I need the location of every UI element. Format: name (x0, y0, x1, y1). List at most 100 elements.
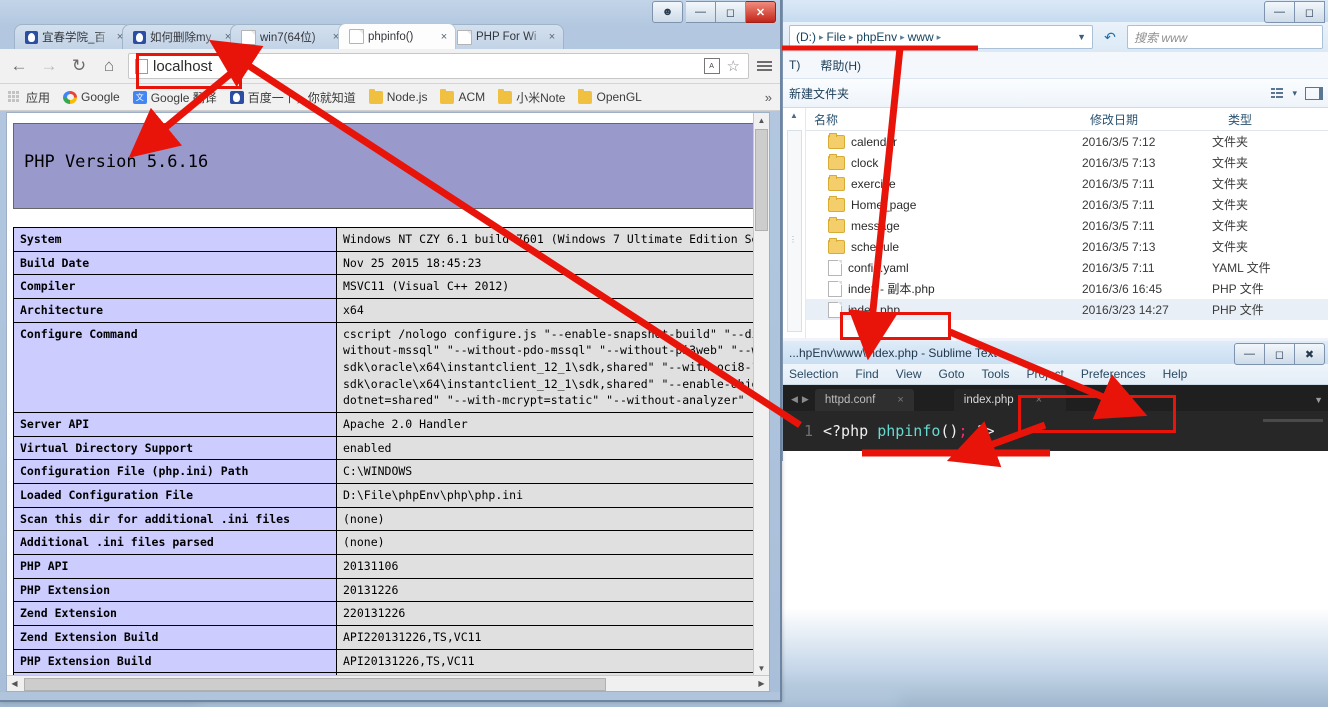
breadcrumb-drive[interactable]: (D:) (796, 30, 816, 44)
phpinfo-value: cscript /nologo configure.js "--enable-s… (336, 321, 763, 414)
menu-item-view[interactable]: View (896, 367, 922, 381)
scroll-right-arrow[interactable]: ▶ (754, 679, 769, 688)
bookmark-label: 小米Note (516, 90, 566, 105)
browser-tab-1[interactable]: 如何删除my × (122, 24, 240, 49)
breadcrumb-www[interactable]: www (908, 30, 934, 44)
page-vertical-scrollbar[interactable]: ▲ ▼ (753, 113, 769, 691)
file-list-header: 名称 修改日期 类型 (806, 108, 1328, 131)
file-list-row[interactable]: index - 副本.php 2016/3/6 16:45 PHP 文件 (806, 278, 1328, 299)
bookmark-baidu[interactable]: 百度一下，你就知道 (229, 89, 356, 106)
minimize-button[interactable]: — (686, 1, 716, 23)
maximize-button[interactable]: ◻ (716, 1, 746, 23)
sublime-tab-httpd-conf[interactable]: httpd.conf × (814, 389, 914, 411)
scroll-down-arrow[interactable]: ▼ (754, 661, 769, 676)
scroll-up-arrow[interactable]: ▲ (754, 113, 769, 128)
explorer-title-bar[interactable]: — ◻ (783, 0, 1328, 23)
close-button[interactable]: ✕ (746, 1, 776, 23)
chevron-down-icon[interactable]: ▼ (1314, 395, 1323, 405)
phpinfo-row: Build Date Nov 25 2015 18:45:23 (13, 250, 763, 276)
menu-item-preferences[interactable]: Preferences (1081, 367, 1146, 381)
phpinfo-key: Scan this dir for additional .ini files (13, 506, 337, 532)
preview-pane-icon[interactable] (1305, 86, 1323, 100)
maximize-button[interactable]: ◻ (1265, 343, 1295, 365)
menu-item-find[interactable]: Find (855, 367, 878, 381)
collapse-caret-icon[interactable]: ▲ (783, 108, 805, 120)
column-header-date[interactable]: 修改日期 (1082, 111, 1220, 128)
sublime-title-bar[interactable]: ...hpEnv\www\index.php - Sublime Text — … (783, 341, 1328, 365)
minimize-button[interactable]: — (1264, 1, 1295, 23)
user-profile-icon[interactable]: ☻ (652, 1, 683, 23)
browser-tab-4[interactable]: PHP For Wi × (446, 24, 564, 49)
tab-close-icon[interactable]: × (439, 31, 449, 43)
new-folder-button[interactable]: 新建文件夹 (789, 85, 849, 102)
close-button[interactable]: ✖ (1295, 343, 1325, 365)
chevron-down-icon[interactable]: ▾ (1292, 88, 1297, 99)
search-input[interactable]: 搜索 www (1127, 25, 1323, 49)
browser-tab-2[interactable]: win7(64位) × (230, 24, 348, 49)
reload-button[interactable]: ↻ (68, 55, 90, 77)
baidu-icon (25, 30, 38, 44)
page-horizontal-scrollbar[interactable]: ◀ ▶ (7, 675, 769, 691)
bookmark-xiaomi-note[interactable]: 小米Note (498, 88, 566, 106)
file-list-row[interactable]: schedule 2016/3/5 7:13 文件夹 (806, 236, 1328, 257)
nav-pane-scrollbar[interactable] (787, 130, 802, 332)
column-header-type[interactable]: 类型 (1220, 111, 1328, 128)
scroll-left-arrow[interactable]: ◀ (7, 679, 22, 688)
hamburger-menu-icon[interactable] (757, 61, 772, 71)
home-icon[interactable]: ⌂ (98, 55, 120, 77)
file-list-row[interactable]: calendar 2016/3/5 7:12 文件夹 (806, 131, 1328, 152)
file-list-row[interactable]: exercise 2016/3/5 7:11 文件夹 (806, 173, 1328, 194)
minimize-button[interactable]: — (1234, 343, 1265, 365)
vertical-scroll-thumb[interactable] (755, 129, 768, 231)
back-button[interactable]: ← (8, 55, 30, 77)
menu-item-help[interactable]: 帮助(H) (820, 57, 861, 74)
file-type-cell: PHP 文件 (1212, 282, 1264, 296)
maximize-button[interactable]: ◻ (1295, 1, 1325, 23)
page-icon (349, 29, 364, 44)
menu-item-help[interactable]: Help (1163, 367, 1188, 381)
folder-icon (498, 88, 513, 104)
menu-item-selection[interactable]: Selection (789, 367, 838, 381)
breadcrumb-file[interactable]: File (827, 30, 846, 44)
bookmark-nodejs[interactable]: Node.js (368, 88, 427, 104)
star-icon[interactable]: ☆ (727, 57, 740, 75)
file-type-cell: 文件夹 (1212, 219, 1249, 233)
horizontal-scroll-track[interactable] (22, 678, 754, 691)
bookmark-acm[interactable]: ACM (440, 88, 486, 104)
browser-tab-0[interactable]: 宜春学院_百 × (14, 24, 132, 49)
chrome-title-bar[interactable]: ☻ — ◻ ✕ (0, 0, 780, 23)
file-list-row[interactable]: Home_page 2016/3/5 7:11 文件夹 (806, 194, 1328, 215)
browser-tab-3-active[interactable]: phpinfo() × (338, 23, 456, 49)
breadcrumb-phpenv[interactable]: phpEnv (856, 30, 897, 44)
minimap[interactable] (1263, 419, 1323, 422)
refresh-icon[interactable]: ↶ (1099, 27, 1121, 47)
next-tab-icon[interactable]: ▶ (802, 394, 809, 405)
tab-close-icon[interactable]: × (547, 31, 557, 43)
bookmark-google[interactable]: Google (63, 90, 120, 104)
phpinfo-value: Nov 25 2015 18:45:23 (336, 250, 763, 276)
splitter-grip-icon[interactable]: ⋮ (789, 235, 797, 244)
menu-item-project[interactable]: Project (1027, 367, 1064, 381)
column-header-name[interactable]: 名称 (806, 111, 1082, 128)
file-list-row[interactable]: message 2016/3/5 7:11 文件夹 (806, 215, 1328, 236)
translate-icon[interactable]: A (703, 58, 720, 74)
forward-button[interactable]: → (38, 55, 60, 77)
file-type-cell: 文件夹 (1212, 135, 1249, 149)
breadcrumb[interactable]: (D:) ▸ File ▸ phpEnv ▸ www ▸ ▼ (789, 25, 1093, 49)
horizontal-scroll-thumb[interactable] (24, 678, 606, 691)
bookmark-google-translate[interactable]: 文 Google 翻译 (132, 89, 217, 106)
prev-tab-icon[interactable]: ◀ (791, 394, 798, 405)
bookmark-apps[interactable]: 应用 (8, 89, 50, 106)
file-list-row[interactable]: config.yaml 2016/3/5 7:11 YAML 文件 (806, 257, 1328, 278)
menu-item-tools[interactable]: Tools (982, 367, 1010, 381)
chevron-down-icon[interactable]: ▼ (1077, 32, 1086, 42)
bookmark-opengl[interactable]: OpenGL (578, 88, 642, 104)
close-icon[interactable]: × (897, 394, 903, 406)
view-layout-icon[interactable] (1271, 88, 1284, 99)
file-list-row[interactable]: clock 2016/3/5 7:13 文件夹 (806, 152, 1328, 173)
bookmarks-overflow-icon[interactable]: » (765, 90, 772, 105)
explorer-window-controls: — ◻ (1264, 1, 1325, 23)
menu-item-tools-partial[interactable]: T) (789, 58, 800, 72)
menu-item-goto[interactable]: Goto (939, 367, 965, 381)
bookmark-label: ACM (458, 90, 486, 104)
